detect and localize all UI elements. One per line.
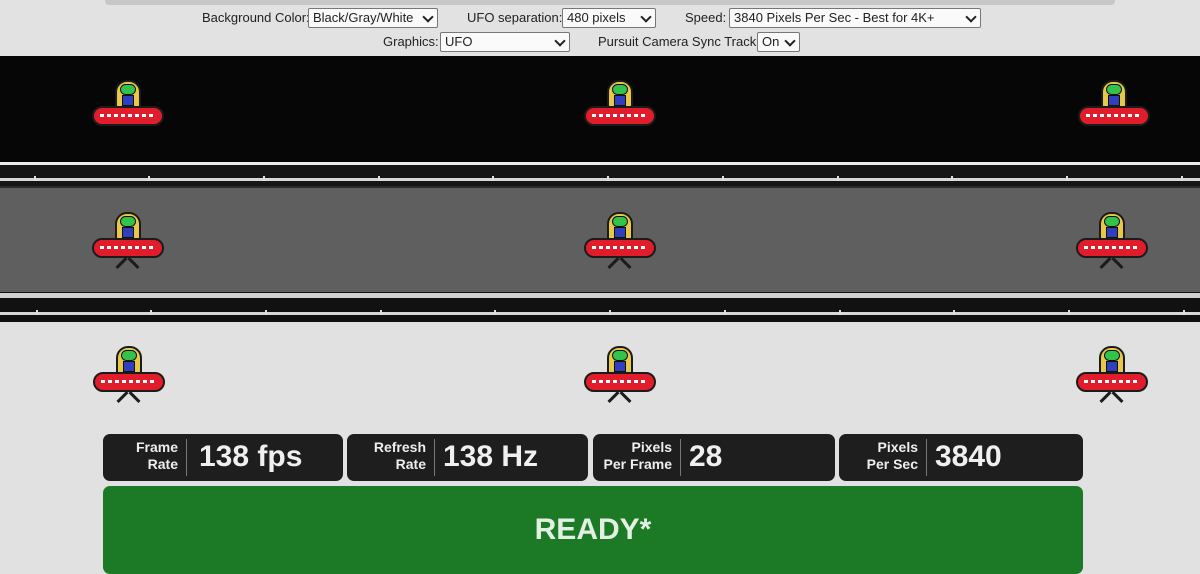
background-color-select[interactable]: Black/Gray/White	[308, 8, 438, 28]
top-strip	[105, 0, 1115, 5]
speed-label: Speed:	[685, 10, 727, 25]
sync-track-tick	[839, 310, 841, 315]
ufo-icon	[93, 346, 165, 404]
stat-value: 138 fps	[199, 440, 303, 473]
stat-label-line: Refresh	[373, 439, 426, 455]
sync-track-tick	[1181, 176, 1183, 181]
stat-label-line: Rate	[395, 456, 426, 472]
settings-row-2: Graphics: UFO Pursuit Camera Sync Track:…	[0, 32, 1200, 54]
sync-track-rail	[0, 178, 1200, 181]
stat-label-line: Per Sec	[866, 456, 918, 472]
sync-track-tick	[378, 176, 380, 181]
graphics-value: UFO	[445, 34, 473, 49]
status-banner: READY*	[103, 486, 1083, 574]
sync-track-tick	[148, 176, 150, 181]
settings-row-1: Background Color: Black/Gray/White UFO s…	[0, 8, 1200, 30]
sync-track-tick	[607, 176, 609, 181]
ufo-icon	[584, 212, 656, 270]
pursuit-sync-value: On	[762, 34, 780, 49]
sync-track-1	[0, 165, 1200, 186]
stat-frame-rate: Frame Rate 138 fps	[103, 434, 343, 481]
stat-label-line: Pixels	[631, 439, 672, 455]
stat-label: Pixels Per Sec	[839, 439, 927, 476]
sync-track-tick	[609, 310, 611, 315]
band-gray	[0, 186, 1200, 292]
stat-pixels-per-frame: Pixels Per Frame 28	[593, 434, 835, 481]
graphics-label: Graphics:	[383, 34, 439, 49]
background-color-label: Background Color:	[202, 10, 310, 25]
sync-track-tick	[380, 310, 382, 315]
sync-track-tick	[1068, 310, 1070, 315]
sync-track-tick	[492, 176, 494, 181]
chevron-down-icon	[422, 11, 434, 23]
band-black	[0, 56, 1200, 162]
ufo-icon	[92, 212, 164, 270]
sync-track-tick	[724, 310, 726, 315]
ufo-icon	[584, 346, 656, 404]
ufo-icon	[584, 80, 656, 136]
chevron-down-icon	[554, 35, 566, 47]
ufo-icon	[1078, 80, 1150, 136]
chevron-down-icon	[784, 35, 796, 47]
stat-value: 28	[689, 440, 723, 473]
stat-label: Pixels Per Frame	[593, 439, 681, 476]
background-color-value: Black/Gray/White	[313, 10, 414, 25]
sync-track-tick	[953, 310, 955, 315]
stat-refresh-rate: Refresh Rate 138 Hz	[347, 434, 588, 481]
sync-track-tick	[951, 176, 953, 181]
ufo-separation-label: UFO separation:	[467, 10, 563, 25]
stat-label-line: Rate	[147, 456, 178, 472]
stat-value: 3840	[935, 440, 1002, 473]
pursuit-sync-label: Pursuit Camera Sync Track:	[598, 34, 760, 49]
sync-track-tick	[1183, 310, 1185, 315]
sync-track-tick	[494, 310, 496, 315]
sync-track-2	[0, 298, 1200, 322]
sync-track-tick	[263, 176, 265, 181]
stat-label-line: Frame	[135, 439, 178, 455]
stat-label-line: Per Frame	[603, 456, 672, 472]
sync-track-tick	[837, 176, 839, 181]
chevron-down-icon	[640, 11, 652, 23]
sync-track-tick	[722, 176, 724, 181]
sync-track-tick	[36, 310, 38, 315]
sync-track-rail	[0, 312, 1200, 315]
ufo-icon	[1076, 346, 1148, 404]
stat-pixels-per-sec: Pixels Per Sec 3840	[839, 434, 1083, 481]
graphics-select[interactable]: UFO	[440, 32, 570, 52]
sync-track-tick	[150, 310, 152, 315]
ufo-icon	[92, 80, 164, 136]
stat-label-line: Pixels	[877, 439, 918, 455]
speed-value: 3840 Pixels Per Sec - Best for 4K+	[734, 10, 935, 25]
stat-label: Frame Rate	[103, 439, 187, 476]
settings-bar: Background Color: Black/Gray/White UFO s…	[0, 0, 1200, 56]
stat-value: 138 Hz	[443, 440, 539, 473]
pursuit-sync-select[interactable]: On	[757, 32, 800, 52]
chevron-down-icon	[965, 11, 977, 23]
speed-select[interactable]: 3840 Pixels Per Sec - Best for 4K+	[729, 8, 981, 28]
sync-track-tick	[34, 176, 36, 181]
ufo-separation-value: 480 pixels	[567, 10, 626, 25]
ufo-separation-select[interactable]: 480 pixels	[562, 8, 656, 28]
sync-track-tick	[265, 310, 267, 315]
ufo-icon	[1076, 212, 1148, 270]
sync-track-tick	[1066, 176, 1068, 181]
stat-label: Refresh Rate	[347, 439, 435, 476]
